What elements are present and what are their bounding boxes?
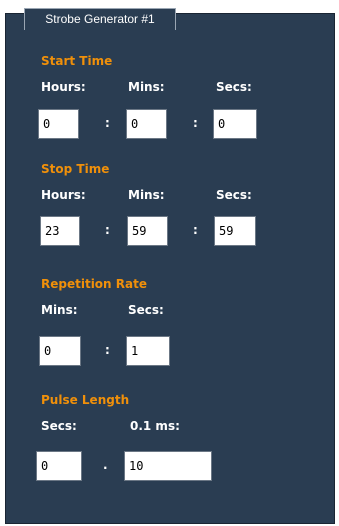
start-mins-input[interactable]	[126, 109, 167, 139]
pulse-length-heading: Pulse Length	[41, 393, 130, 407]
start-time-heading: Start Time	[41, 54, 113, 68]
pulse-tenth-ms-input[interactable]	[124, 451, 212, 481]
stop-secs-input[interactable]	[214, 216, 256, 246]
repetition-secs-label: Secs:	[128, 303, 164, 317]
repetition-mins-label: Mins:	[41, 303, 78, 317]
repetition-rate-heading: Repetition Rate	[41, 277, 147, 291]
start-mins-secs-separator: :	[193, 116, 198, 130]
pulse-tenth-ms-label: 0.1 ms:	[130, 419, 180, 433]
tab-strobe-generator-1[interactable]: Strobe Generator #1	[24, 8, 176, 30]
stop-mins-label: Mins:	[128, 188, 165, 202]
start-hours-mins-separator: :	[105, 116, 110, 130]
pulse-secs-input[interactable]	[36, 451, 82, 481]
pulse-secs-label: Secs:	[41, 419, 77, 433]
start-secs-input[interactable]	[213, 109, 257, 139]
repetition-secs-input[interactable]	[126, 336, 170, 366]
stop-hours-input[interactable]	[40, 216, 80, 246]
stop-hours-mins-separator: :	[105, 223, 110, 237]
start-mins-label: Mins:	[128, 80, 165, 94]
repetition-mins-input[interactable]	[39, 336, 81, 366]
stop-secs-label: Secs:	[216, 188, 252, 202]
stop-mins-secs-separator: :	[193, 223, 198, 237]
repetition-separator: :	[105, 343, 110, 357]
start-hours-label: Hours:	[41, 80, 86, 94]
strobe-generator-panel: Start Time Hours: Mins: Secs: : : Stop T…	[5, 13, 335, 524]
stop-hours-label: Hours:	[41, 188, 86, 202]
start-hours-input[interactable]	[38, 109, 79, 139]
start-secs-label: Secs:	[216, 80, 252, 94]
stop-mins-input[interactable]	[127, 216, 168, 246]
stop-time-heading: Stop Time	[41, 162, 110, 176]
pulse-separator: .	[103, 458, 108, 472]
